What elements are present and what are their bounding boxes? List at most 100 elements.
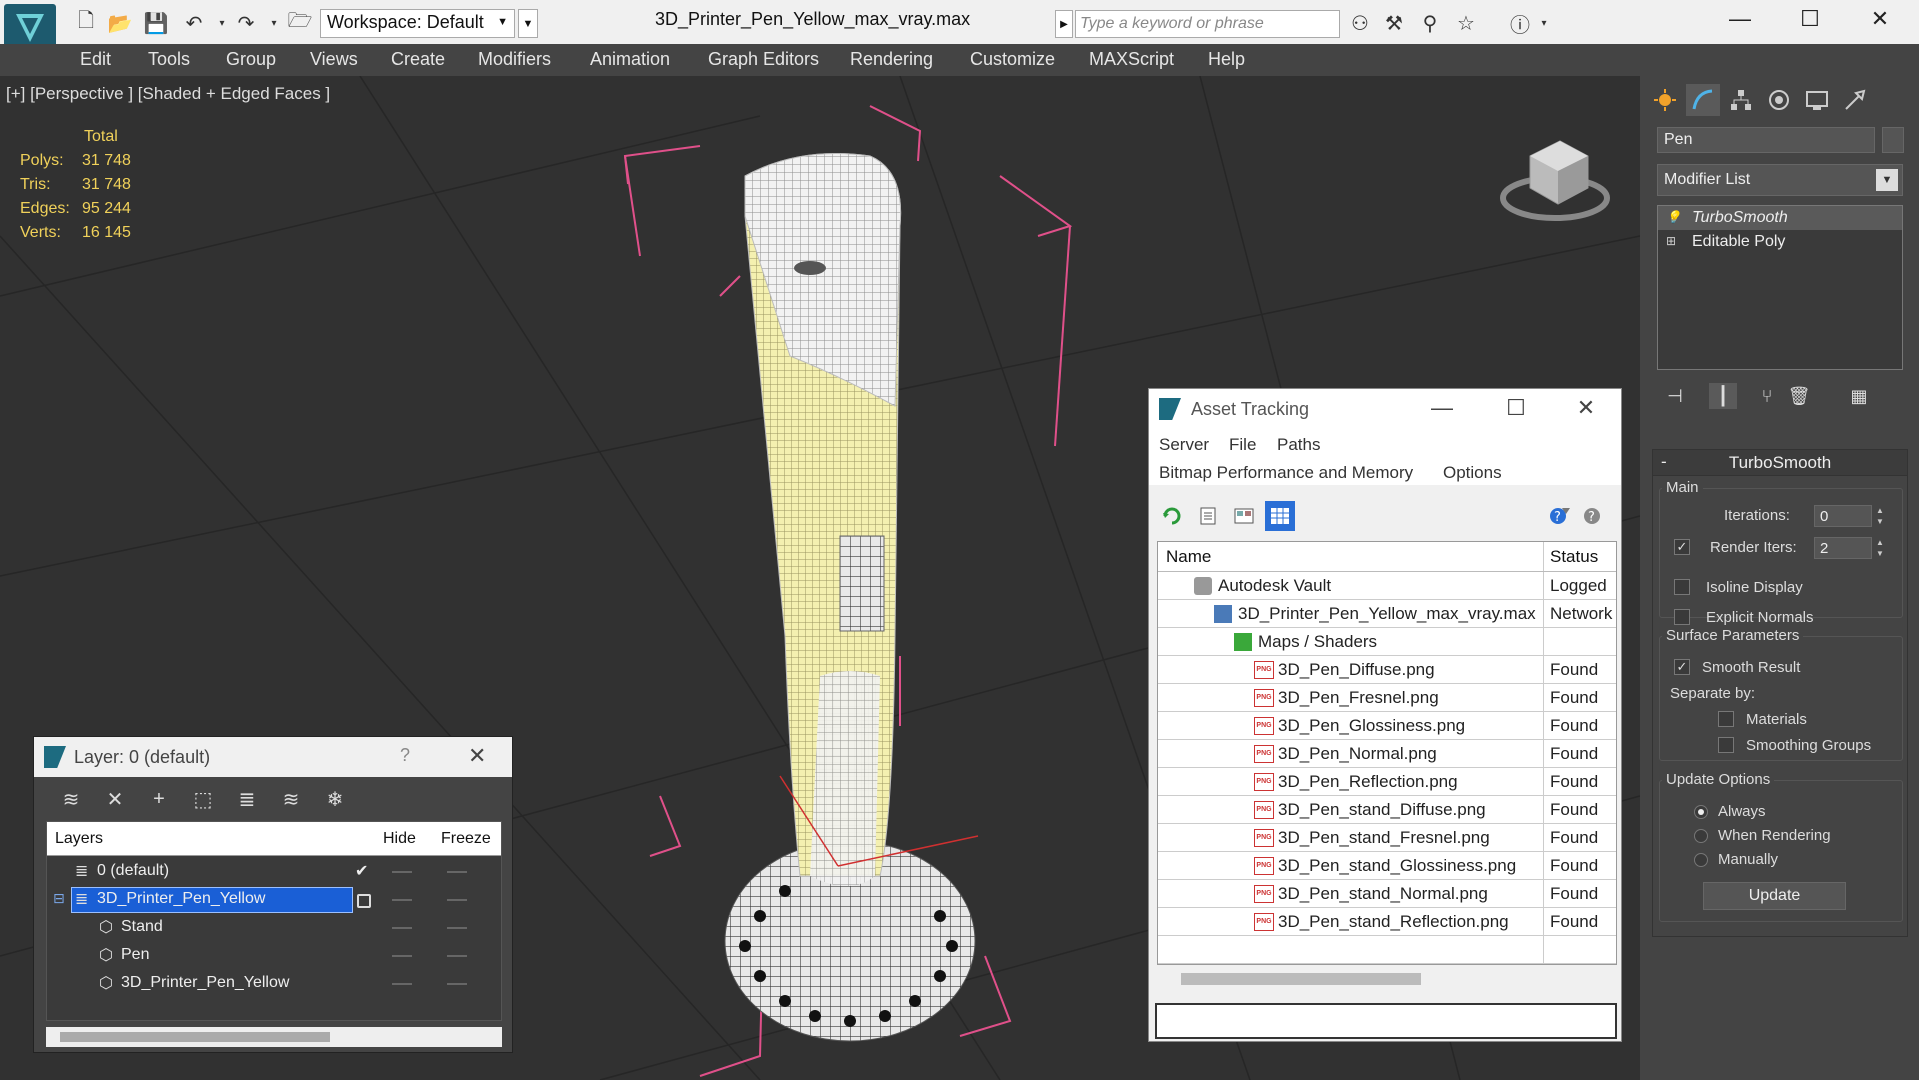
layer-dialog-titlebar[interactable]: Layer: 0 (default) ? ✕ — [34, 737, 512, 777]
configure-sets-icon[interactable]: ▦ — [1845, 383, 1873, 409]
explicit-normals-checkbox[interactable] — [1674, 609, 1690, 625]
viewcube-icon[interactable] — [1500, 126, 1610, 226]
hide-toggle[interactable] — [392, 927, 412, 929]
search-expand-icon[interactable]: ▶ — [1055, 10, 1073, 38]
asset-path-field[interactable] — [1155, 1003, 1617, 1039]
set-active-layer-icon[interactable] — [357, 894, 371, 908]
freeze-toggle[interactable] — [447, 955, 467, 957]
dialog-minimize-button[interactable]: — — [1425, 395, 1459, 421]
menu-group[interactable]: Group — [226, 49, 276, 70]
iterations-spinner[interactable]: 0 — [1814, 505, 1872, 527]
lightbulb-icon[interactable]: 💡 — [1666, 210, 1681, 224]
menu-create[interactable]: Create — [391, 49, 445, 70]
table-row[interactable]: PNG 3D_Pen_stand_Glossiness.png Found — [1158, 852, 1616, 880]
menu-views[interactable]: Views — [310, 49, 358, 70]
undo-icon[interactable]: ↶ — [180, 10, 208, 36]
make-unique-icon[interactable]: ⑂ — [1753, 383, 1781, 409]
freeze-all-layers-icon[interactable]: ❄ — [320, 785, 350, 813]
asset-horizontal-scrollbar[interactable] — [1157, 969, 1617, 989]
menu-graph-editors[interactable]: Graph Editors — [708, 49, 819, 70]
table-row[interactable]: Autodesk Vault Logged — [1158, 572, 1616, 600]
column-name[interactable]: Name — [1166, 547, 1211, 567]
thumbnail-view-icon[interactable] — [1229, 501, 1259, 531]
freeze-toggle[interactable] — [447, 871, 467, 873]
workspace-dropdown[interactable]: Workspace: Default ▼ — [320, 9, 515, 38]
stack-item-editable-poly[interactable]: ⊞ Editable Poly — [1658, 230, 1902, 254]
column-hide[interactable]: Hide — [383, 830, 416, 848]
save-icon[interactable]: 💾 — [142, 10, 170, 36]
remove-modifier-icon[interactable]: 🗑 — [1785, 383, 1813, 409]
isoline-display-checkbox[interactable] — [1674, 579, 1690, 595]
table-row[interactable]: PNG 3D_Pen_stand_Reflection.png Found — [1158, 908, 1616, 936]
search-input[interactable]: Type a keyword or phrase — [1075, 10, 1340, 38]
table-row[interactable]: 3D_Printer_Pen_Yellow_max_vray.max Networ… — [1158, 600, 1616, 628]
modify-tab-icon[interactable] — [1686, 84, 1720, 116]
viewport-label[interactable]: [+] [Perspective ] [Shaded + Edged Faces… — [6, 84, 330, 104]
dialog-close-button[interactable]: ✕ — [1569, 395, 1603, 421]
table-row[interactable]: PNG 3D_Pen_Normal.png Found — [1158, 740, 1616, 768]
table-row[interactable]: PNG 3D_Pen_Fresnel.png Found — [1158, 684, 1616, 712]
add-to-layer-icon[interactable]: + — [144, 785, 174, 813]
show-end-result-icon[interactable]: ┃ — [1709, 383, 1737, 409]
menu-paths[interactable]: Paths — [1277, 435, 1320, 455]
render-iters-spinner-arrows[interactable]: ▲ ▼ — [1874, 537, 1886, 559]
menu-options[interactable]: Options — [1443, 463, 1502, 483]
freeze-toggle[interactable] — [447, 983, 467, 985]
materials-checkbox[interactable] — [1718, 711, 1734, 727]
menu-edit[interactable]: Edit — [80, 49, 111, 70]
redo-dropdown-icon[interactable]: ▾ — [260, 10, 288, 36]
new-file-icon[interactable]: 🗋 — [72, 10, 100, 36]
refresh-icon[interactable] — [1157, 501, 1187, 531]
minimize-button[interactable]: — — [1720, 6, 1760, 36]
workspace-menu-button[interactable]: ▼ — [518, 9, 538, 38]
create-tab-icon[interactable] — [1648, 84, 1682, 116]
object-color-swatch[interactable] — [1882, 127, 1904, 153]
freeze-toggle[interactable] — [447, 899, 467, 901]
close-button[interactable]: ✕ — [1860, 6, 1900, 36]
table-row[interactable]: PNG 3D_Pen_stand_Diffuse.png Found — [1158, 796, 1616, 824]
help-dropdown-icon[interactable]: ▾ — [1530, 10, 1558, 36]
layer-help-button[interactable]: ? — [400, 745, 410, 766]
highlight-layer-icon[interactable]: ≣ — [232, 785, 262, 813]
dialog-maximize-button[interactable]: ☐ — [1499, 395, 1533, 421]
column-freeze[interactable]: Freeze — [441, 830, 491, 848]
display-tab-icon[interactable] — [1800, 84, 1834, 116]
tools-icon[interactable]: ⚒ — [1380, 10, 1408, 36]
always-radio[interactable] — [1694, 805, 1708, 819]
table-row[interactable]: PNG 3D_Pen_Diffuse.png Found — [1158, 656, 1616, 684]
maximize-button[interactable]: ☐ — [1790, 6, 1830, 36]
connect-icon[interactable]: ⚲ — [1416, 10, 1444, 36]
menu-tools[interactable]: Tools — [148, 49, 190, 70]
hierarchy-tab-icon[interactable] — [1724, 84, 1758, 116]
smoothing-groups-checkbox[interactable] — [1718, 737, 1734, 753]
binoculars-icon[interactable]: ⚇ — [1346, 10, 1374, 36]
layer-close-button[interactable]: ✕ — [468, 743, 486, 769]
table-row[interactable]: Maps / Shaders — [1158, 628, 1616, 656]
menu-rendering[interactable]: Rendering — [850, 49, 933, 70]
asset-tracking-titlebar[interactable]: Asset Tracking — ☐ ✕ — [1149, 389, 1621, 429]
column-status[interactable]: Status — [1550, 547, 1598, 567]
table-view-icon[interactable] — [1265, 501, 1295, 531]
redo-icon[interactable]: ↷ — [232, 10, 260, 36]
motion-tab-icon[interactable] — [1762, 84, 1796, 116]
hide-toggle[interactable] — [392, 871, 412, 873]
layer-row[interactable]: ⬡ 3D_Printer_Pen_Yellow — [47, 970, 501, 998]
hide-toggle[interactable] — [392, 983, 412, 985]
favorites-star-icon[interactable]: ☆ — [1452, 10, 1480, 36]
hide-toggle[interactable] — [392, 955, 412, 957]
layer-row[interactable]: ⬡ Stand — [47, 914, 501, 942]
menu-animation[interactable]: Animation — [590, 49, 670, 70]
pin-stack-icon[interactable]: ⊣ — [1661, 383, 1689, 409]
manually-radio[interactable] — [1694, 853, 1708, 867]
update-button[interactable]: Update — [1703, 882, 1846, 910]
menu-maxscript[interactable]: MAXScript — [1089, 49, 1174, 70]
new-layer-icon[interactable]: ≋ — [56, 785, 86, 813]
collapse-icon[interactable]: ⊟ — [53, 890, 65, 907]
layer-row[interactable]: ⬡ Pen — [47, 942, 501, 970]
render-iters-spinner[interactable]: 2 — [1814, 537, 1872, 559]
collapse-icon[interactable]: - — [1661, 452, 1667, 472]
object-name-field[interactable]: Pen — [1657, 127, 1875, 153]
delete-layer-icon[interactable]: ✕ — [100, 785, 130, 813]
when-rendering-radio[interactable] — [1694, 829, 1708, 843]
layer-horizontal-scrollbar[interactable] — [46, 1027, 502, 1047]
